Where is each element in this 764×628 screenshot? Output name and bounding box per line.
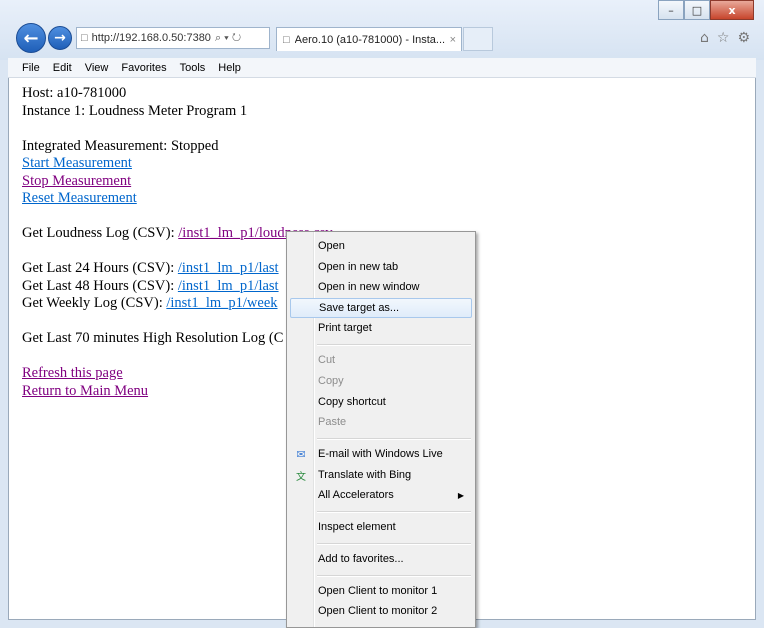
menu-file[interactable]: File xyxy=(22,62,40,74)
host-text: Host: a10-781000 xyxy=(22,85,127,101)
tab-active[interactable]: □ Aero.10 (a10-781000) - Insta... × xyxy=(276,27,462,51)
back-arrow-icon: ← xyxy=(23,27,39,49)
loudness-log-label: Get Loudness Log (CSV): xyxy=(22,225,179,241)
tab-page-icon: □ xyxy=(283,33,290,46)
address-url[interactable]: http://192.168.0.50:7380 xyxy=(92,32,211,44)
refresh-link[interactable]: Refresh this page xyxy=(22,365,123,381)
address-controls[interactable]: ⌕ ▾ ↻ xyxy=(215,32,241,45)
menu-edit[interactable]: Edit xyxy=(53,62,72,74)
window-controls: – □ x xyxy=(658,0,754,22)
menu-bar: File Edit View Favorites Tools Help xyxy=(8,58,756,78)
last48-link[interactable]: /inst1_lm_p1/last xyxy=(178,278,279,294)
tab-close-icon[interactable]: × xyxy=(450,34,456,46)
ctx-open-client-1[interactable]: Open Client to monitor 1 xyxy=(290,581,472,601)
instance-text: Instance 1: Loudness Meter Program 1 xyxy=(22,102,248,119)
tab-title: Aero.10 (a10-781000) - Insta... xyxy=(294,33,446,46)
forward-arrow-icon: → xyxy=(54,30,66,46)
ctx-print-target[interactable]: Print target xyxy=(290,318,472,338)
ctx-open-client-2[interactable]: Open Client to monitor 2 xyxy=(290,601,472,621)
last48-label: Get Last 48 Hours (CSV): xyxy=(22,277,178,294)
favorites-star-icon[interactable]: ☆ xyxy=(717,30,730,46)
minimize-button[interactable]: – xyxy=(658,0,684,20)
ctx-copy-shortcut[interactable]: Copy shortcut xyxy=(290,392,472,412)
last24-label: Get Last 24 Hours (CSV): xyxy=(22,260,178,276)
new-tab-button[interactable] xyxy=(463,27,493,51)
ctx-open-new-tab[interactable]: Open in new tab xyxy=(290,257,472,277)
page-icon: □ xyxy=(81,32,88,44)
forward-button[interactable]: → xyxy=(48,26,72,50)
ctx-email-windows-live[interactable]: ✉ E-mail with Windows Live xyxy=(290,444,472,464)
weekly-link[interactable]: /inst1_lm_p1/week xyxy=(166,295,277,311)
toolbar-icons: ⌂ ☆ ⚙ xyxy=(700,30,750,46)
last24-link[interactable]: /inst1_lm_p1/last xyxy=(178,260,279,276)
browser-window: – □ x ← → □ http://192.168.0.50:7380 ⌕ ▾… xyxy=(0,0,764,628)
gear-icon[interactable]: ⚙ xyxy=(737,30,750,46)
ctx-copy[interactable]: Copy xyxy=(290,371,472,391)
submenu-arrow-icon: ▶ xyxy=(457,490,464,500)
main-menu-link[interactable]: Return to Main Menu xyxy=(22,383,148,399)
ctx-open[interactable]: Open xyxy=(290,236,472,256)
home-icon[interactable]: ⌂ xyxy=(700,30,709,46)
ctx-save-target[interactable]: Save target as... xyxy=(290,298,472,318)
navigation-buttons: ← → xyxy=(16,23,72,53)
menu-favorites[interactable]: Favorites xyxy=(121,62,166,74)
start-measurement-link[interactable]: Start Measurement xyxy=(22,155,132,171)
menu-tools[interactable]: Tools xyxy=(180,62,206,74)
ctx-add-favorites[interactable]: Add to favorites... xyxy=(290,549,472,569)
ctx-cut[interactable]: Cut xyxy=(290,350,472,370)
ctx-open-new-window[interactable]: Open in new window xyxy=(290,277,472,297)
reset-measurement-link[interactable]: Reset Measurement xyxy=(22,190,137,206)
integrated-status: Integrated Measurement: Stopped xyxy=(22,137,219,154)
browser-chrome: – □ x ← → □ http://192.168.0.50:7380 ⌕ ▾… xyxy=(0,0,764,60)
menu-help[interactable]: Help xyxy=(218,62,241,74)
ctx-inspect-element[interactable]: Inspect element xyxy=(290,517,472,537)
stop-measurement-link[interactable]: Stop Measurement xyxy=(22,173,131,189)
translate-icon: 文 xyxy=(296,471,306,483)
context-menu: Open Open in new tab Open in new window … xyxy=(286,231,476,628)
ctx-translate-bing[interactable]: 文 Translate with Bing xyxy=(290,465,472,485)
maximize-button[interactable]: □ xyxy=(684,0,710,20)
ctx-paste[interactable]: Paste xyxy=(290,412,472,432)
menu-view[interactable]: View xyxy=(85,62,109,74)
email-icon: ✉ xyxy=(296,448,306,461)
address-bar[interactable]: □ http://192.168.0.50:7380 ⌕ ▾ ↻ xyxy=(76,27,270,49)
ctx-all-accelerators[interactable]: All Accelerators ▶ xyxy=(290,485,472,505)
close-button[interactable]: x xyxy=(710,0,754,20)
weekly-label: Get Weekly Log (CSV): xyxy=(22,295,167,311)
back-button[interactable]: ← xyxy=(16,23,46,53)
